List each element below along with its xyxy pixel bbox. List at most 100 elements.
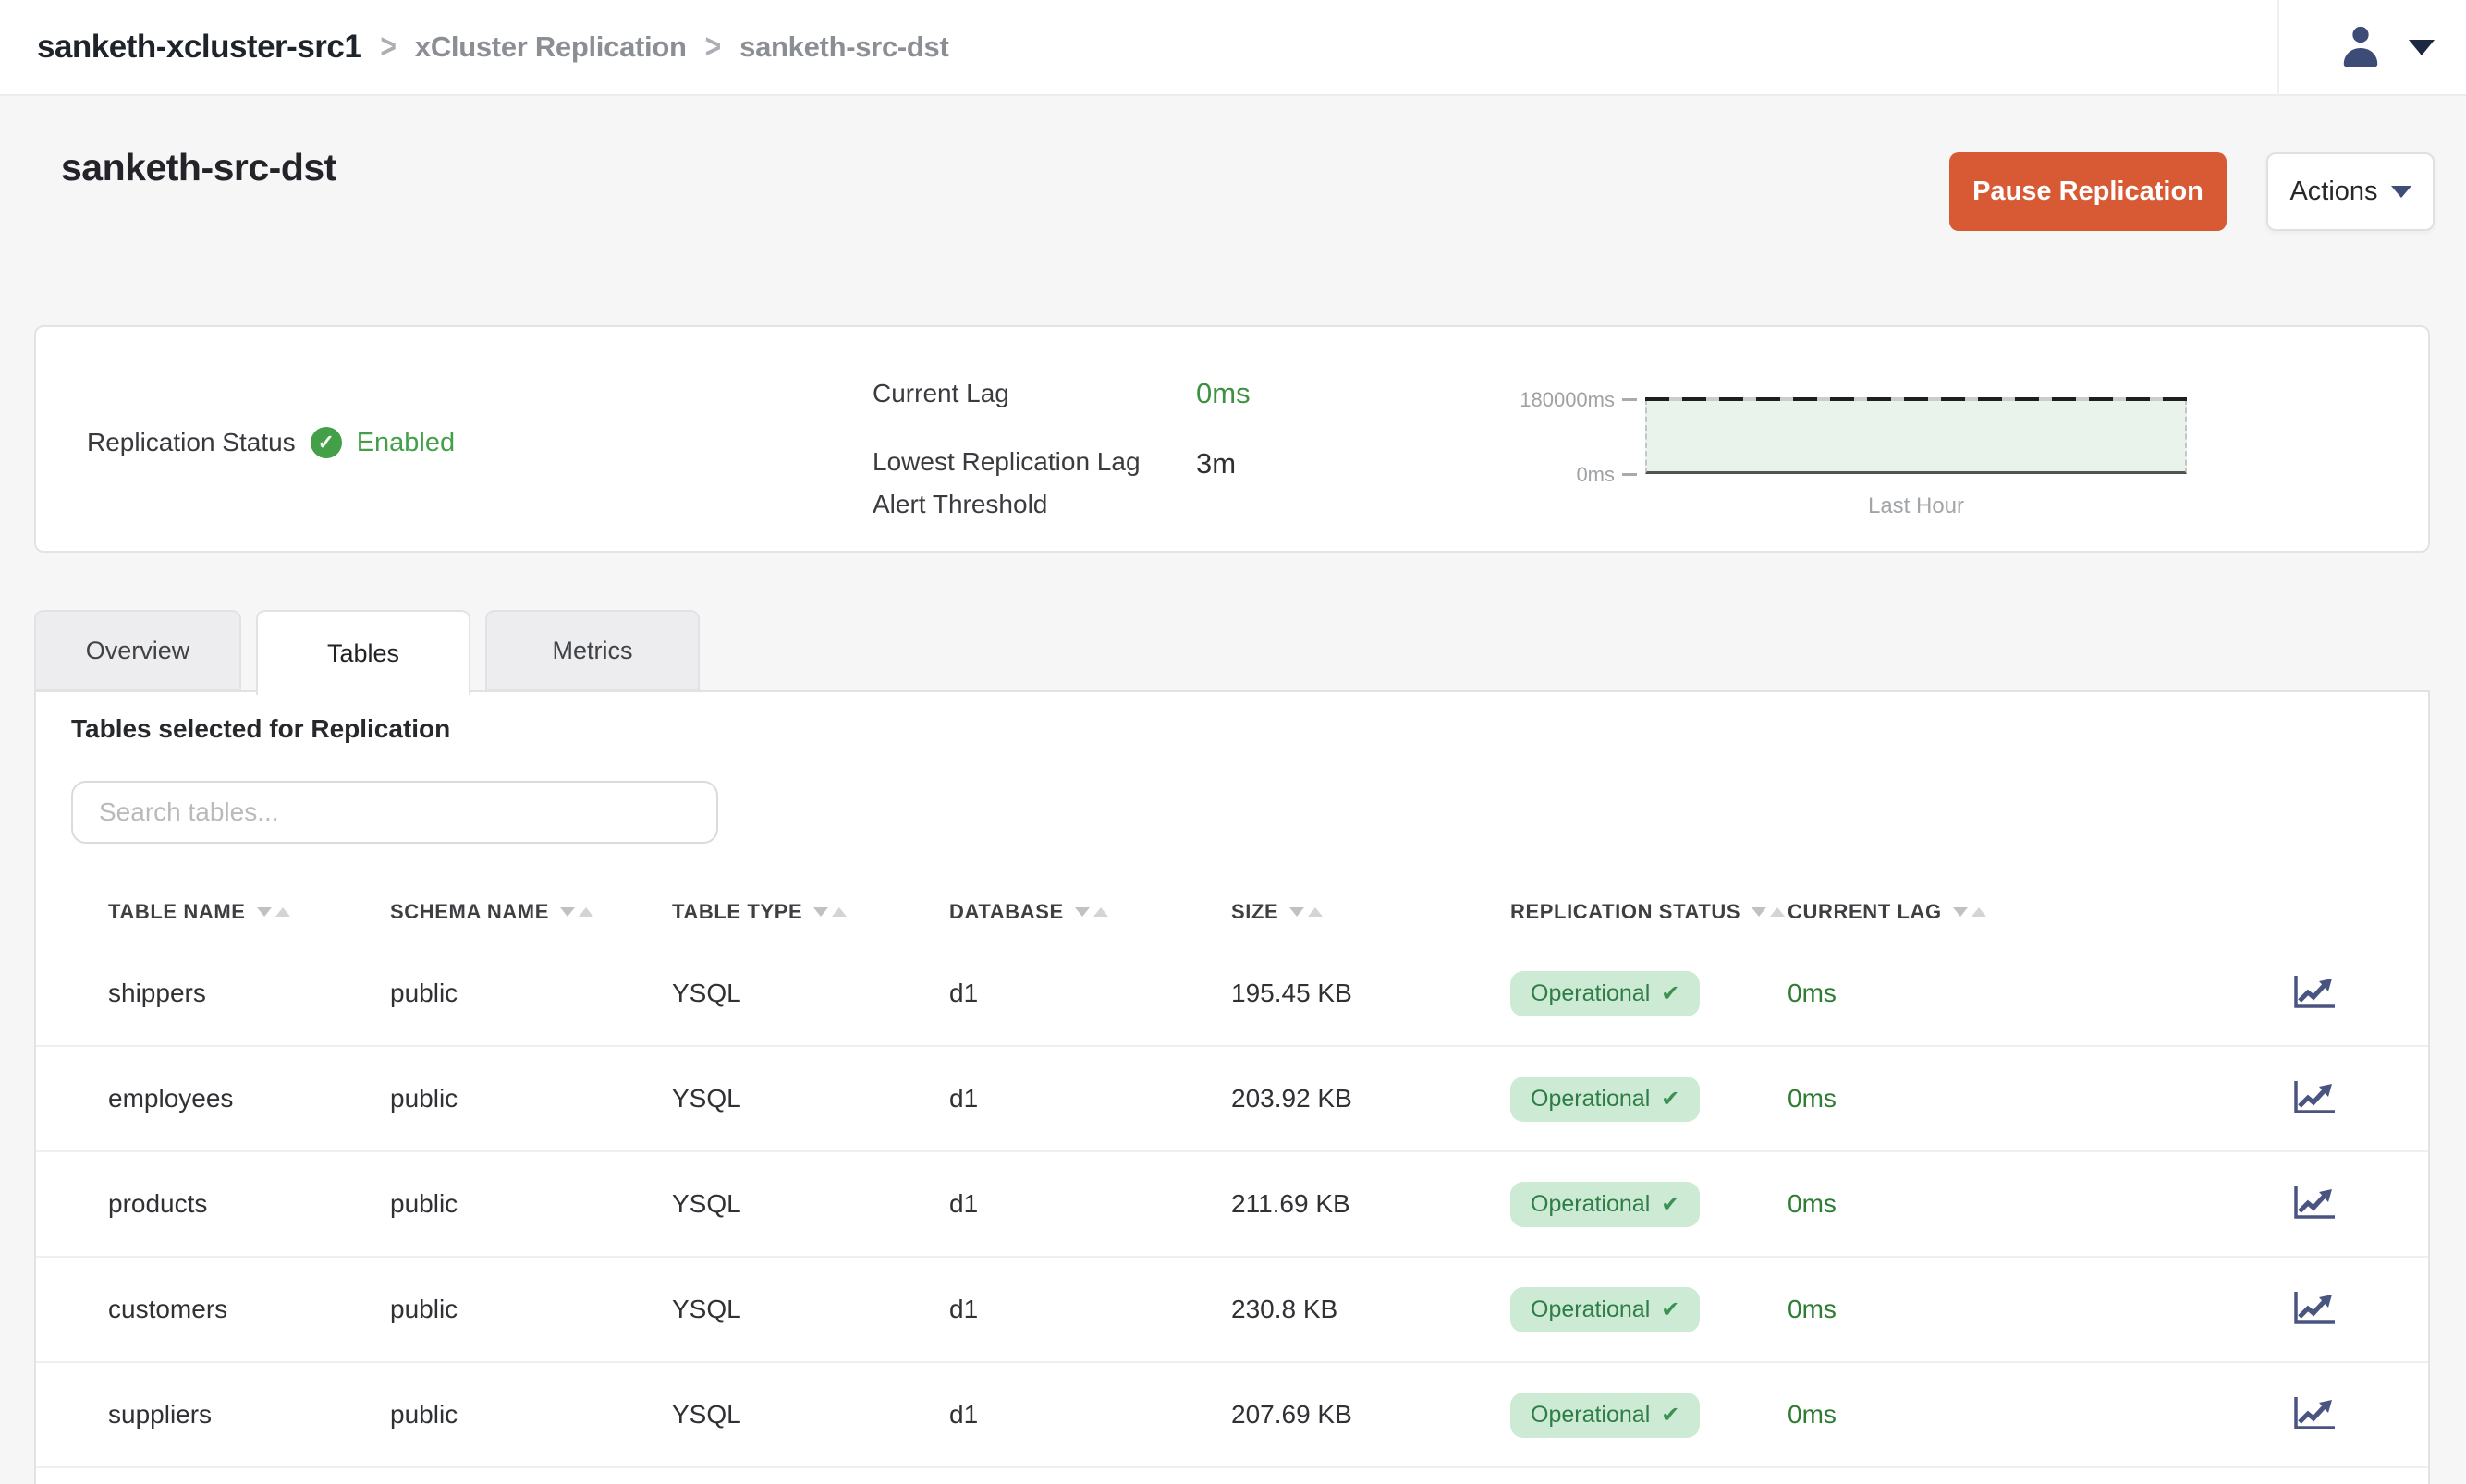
lag-chart-ymax-label: 180000ms	[1476, 388, 1615, 412]
cell-replication-status: Operational ✔	[1510, 971, 1788, 1016]
row-metrics-button[interactable]	[2287, 1285, 2340, 1334]
table-row[interactable]: employees public YSQL d1 203.92 KB Opera…	[36, 1047, 2428, 1152]
column-header-database[interactable]: DATABASE	[949, 900, 1231, 924]
cell-table-name: employees	[108, 1084, 390, 1113]
check-icon: ✔	[1661, 980, 1679, 1007]
status-badge: Operational ✔	[1510, 1393, 1700, 1438]
panel-heading: Tables selected for Replication	[71, 714, 450, 744]
row-metrics-button[interactable]	[2287, 1180, 2340, 1229]
replication-status-card: Replication Status ✓ Enabled Current Lag…	[34, 325, 2430, 553]
breadcrumb-xcluster-link[interactable]: xCluster Replication	[415, 30, 687, 64]
cell-table-name: suppliers	[108, 1400, 390, 1429]
cell-current-lag: 0ms	[1788, 1295, 2065, 1324]
current-lag-value: 0ms	[1196, 377, 1251, 410]
sort-icon	[1953, 907, 1986, 917]
cell-schema-name: public	[390, 1400, 672, 1429]
cell-table-type: YSQL	[672, 1084, 949, 1113]
actions-dropdown-button[interactable]: Actions	[2266, 152, 2435, 231]
cell-replication-status: Operational ✔	[1510, 1287, 1788, 1332]
sort-icon	[1075, 907, 1108, 917]
chevron-down-icon[interactable]	[2409, 40, 2435, 55]
cell-table-type: YSQL	[672, 979, 949, 1008]
tab-metrics[interactable]: Metrics	[485, 610, 700, 691]
breadcrumb-universe-link[interactable]: sanketh-xcluster-src1	[37, 29, 361, 66]
cell-database: d1	[949, 979, 1231, 1008]
tab-overview[interactable]: Overview	[34, 610, 241, 691]
tab-tables[interactable]: Tables	[256, 610, 470, 695]
cell-schema-name: public	[390, 1189, 672, 1219]
lag-chart-tick	[1622, 398, 1637, 401]
search-input[interactable]	[71, 781, 718, 844]
cell-current-lag: 0ms	[1788, 1400, 2065, 1429]
table-row[interactable]: suppliers public YSQL d1 207.69 KB Opera…	[36, 1363, 2428, 1468]
cell-table-type: YSQL	[672, 1189, 949, 1219]
line-chart-icon	[2290, 973, 2337, 1012]
row-metrics-button[interactable]	[2287, 969, 2340, 1018]
status-badge: Operational ✔	[1510, 1077, 1700, 1122]
row-metrics-button[interactable]	[2287, 1391, 2340, 1440]
table-header-row: TABLE NAME SCHEMA NAME TABLE TYPE DATABA…	[36, 882, 2428, 942]
cell-database: d1	[949, 1084, 1231, 1113]
column-header-table-type[interactable]: TABLE TYPE	[672, 900, 949, 924]
column-header-replication-status[interactable]: REPLICATION STATUS	[1510, 900, 1788, 924]
cell-size: 230.8 KB	[1231, 1295, 1510, 1324]
cell-current-lag: 0ms	[1788, 979, 2065, 1008]
sort-icon	[257, 907, 290, 917]
check-icon: ✔	[1661, 1402, 1679, 1429]
cell-schema-name: public	[390, 979, 672, 1008]
breadcrumb-current: sanketh-src-dst	[739, 30, 948, 64]
replication-status-value: Enabled	[357, 428, 455, 458]
table-row[interactable]: customers public YSQL d1 230.8 KB Operat…	[36, 1258, 2428, 1363]
sort-icon	[813, 907, 847, 917]
check-icon: ✔	[1661, 1191, 1679, 1218]
cell-replication-status: Operational ✔	[1510, 1393, 1788, 1438]
cell-database: d1	[949, 1189, 1231, 1219]
app-root: sanketh-xcluster-src1 > xCluster Replica…	[0, 0, 2466, 1484]
chevron-down-icon	[2391, 186, 2411, 198]
lag-chart-xaxis-label: Last Hour	[1645, 493, 2187, 519]
top-header: sanketh-xcluster-src1 > xCluster Replica…	[0, 0, 2466, 96]
cell-table-type: YSQL	[672, 1295, 949, 1324]
cell-table-name: shippers	[108, 979, 390, 1008]
cell-size: 195.45 KB	[1231, 979, 1510, 1008]
cell-current-lag: 0ms	[1788, 1084, 2065, 1113]
column-header-schema-name[interactable]: SCHEMA NAME	[390, 900, 672, 924]
row-metrics-button[interactable]	[2287, 1075, 2340, 1124]
status-badge: Operational ✔	[1510, 971, 1700, 1016]
cell-table-name: products	[108, 1189, 390, 1219]
column-header-current-lag[interactable]: CURRENT LAG	[1788, 900, 2065, 924]
chevron-right-icon: >	[705, 28, 722, 67]
cell-current-lag: 0ms	[1788, 1189, 2065, 1219]
cell-size: 211.69 KB	[1231, 1189, 1510, 1219]
pause-replication-button[interactable]: Pause Replication	[1949, 152, 2227, 231]
lag-threshold-dashed-line	[1645, 397, 2187, 401]
user-menu[interactable]	[2277, 0, 2435, 94]
cell-schema-name: public	[390, 1084, 672, 1113]
status-badge: Operational ✔	[1510, 1287, 1700, 1332]
check-icon: ✔	[1661, 1086, 1679, 1113]
tables-panel: Tables selected for Replication TABLE NA…	[34, 690, 2430, 1484]
column-header-table-name[interactable]: TABLE NAME	[108, 900, 390, 924]
sort-icon	[1752, 907, 1785, 917]
header-divider	[2277, 0, 2279, 95]
cell-database: d1	[949, 1295, 1231, 1324]
cell-database: d1	[949, 1400, 1231, 1429]
column-header-size[interactable]: SIZE	[1231, 900, 1510, 924]
page-title: sanketh-src-dst	[61, 146, 336, 189]
cell-size: 207.69 KB	[1231, 1400, 1510, 1429]
cell-table-name: customers	[108, 1295, 390, 1324]
breadcrumb: sanketh-xcluster-src1 > xCluster Replica…	[37, 29, 949, 66]
table-row[interactable]: shippers public YSQL d1 195.45 KB Operat…	[36, 942, 2428, 1047]
table-body: shippers public YSQL d1 195.45 KB Operat…	[36, 942, 2428, 1468]
check-circle-icon: ✓	[311, 427, 342, 458]
lag-sparkline-chart	[1645, 399, 2187, 474]
lag-chart-ymin-label: 0ms	[1476, 463, 1615, 487]
cell-replication-status: Operational ✔	[1510, 1077, 1788, 1122]
cell-table-type: YSQL	[672, 1400, 949, 1429]
lag-threshold-value: 3m	[1196, 447, 1236, 480]
sort-icon	[1289, 907, 1323, 917]
table-row[interactable]: products public YSQL d1 211.69 KB Operat…	[36, 1152, 2428, 1258]
lag-threshold-label-line1: Lowest Replication Lag	[873, 447, 1141, 477]
user-avatar-icon[interactable]	[2335, 19, 2387, 76]
replication-status-row: Replication Status ✓ Enabled	[87, 423, 455, 462]
